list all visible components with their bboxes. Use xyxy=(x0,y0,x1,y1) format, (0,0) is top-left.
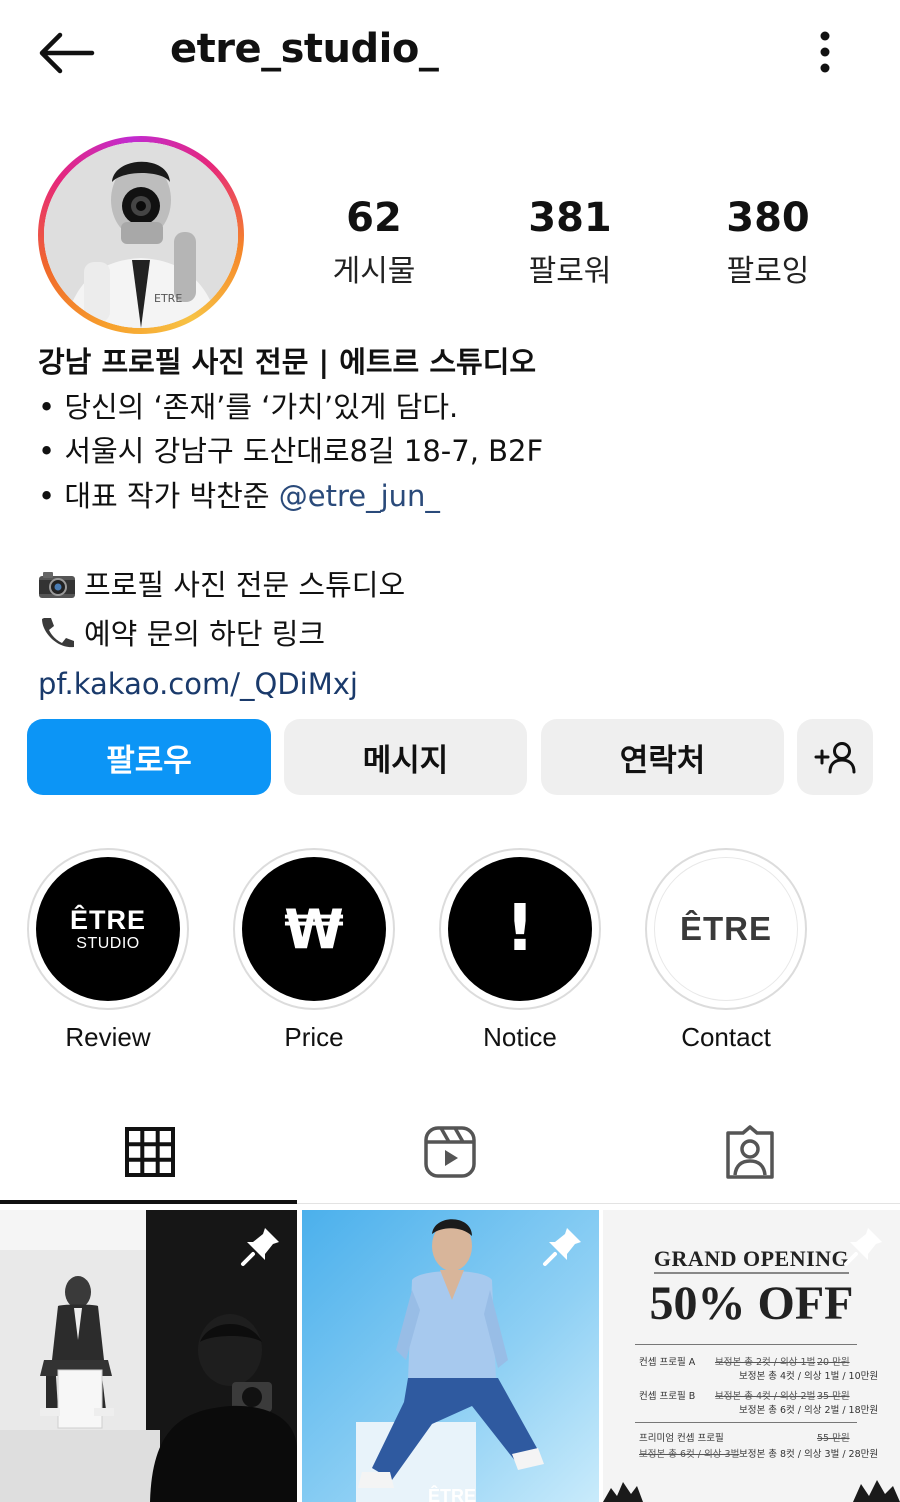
promo-row-b-name: 컨셉 프로필 B xyxy=(639,1391,696,1402)
bio-mention-link[interactable]: @etre_jun_ xyxy=(279,479,440,513)
bio-photographer: • 대표 작가 박찬준 @etre_jun_ xyxy=(38,474,878,519)
highlight-price-cover: ₩ xyxy=(242,857,386,1001)
phone-icon xyxy=(38,615,76,662)
palm-silhouette xyxy=(603,1480,900,1502)
highlight-price-label: Price xyxy=(284,1022,344,1052)
stat-followers[interactable]: 381 팔로워 xyxy=(470,192,670,290)
promo-row-a-old-price: 20 만원 xyxy=(817,1357,850,1368)
stat-posts-label: 게시물 xyxy=(332,254,416,289)
promo-row-a-name: 컨셉 프로필 A xyxy=(639,1357,696,1368)
add-person-icon xyxy=(814,742,856,774)
bio-photographer-text: • 대표 작가 박찬준 xyxy=(38,478,279,513)
highlight-price[interactable]: ₩ Price xyxy=(233,848,395,1053)
promo-title-text: GRAND OPENING xyxy=(653,1246,850,1274)
promo-row-a-old: 보정본 총 2컷 / 의상 1벌 xyxy=(715,1357,816,1368)
promo-row-c-new: 보정본 총 8컷 / 의상 3벌 / 28만원 xyxy=(739,1449,879,1460)
bio-studio-text: 프로필 사진 전문 스튜디오 xyxy=(84,567,406,602)
more-options-icon[interactable] xyxy=(808,28,842,76)
message-button[interactable]: 메시지 xyxy=(284,719,527,795)
highlight-notice-cover: ! xyxy=(448,857,592,1001)
pin-icon xyxy=(844,1228,882,1266)
promo-row-b-old: 보정본 총 4컷 / 의상 2벌 xyxy=(715,1391,816,1402)
won-sign-icon: ₩ xyxy=(284,897,344,961)
tagged-person-icon xyxy=(726,1125,774,1179)
exclamation-icon: ! xyxy=(505,892,535,966)
highlight-review-cover: ÊTRE STUDIO xyxy=(36,857,180,1001)
post-thumbnail[interactable] xyxy=(0,1210,297,1502)
stat-followers-count: 381 xyxy=(528,195,612,241)
highlight-review-logo-top: ÊTRE xyxy=(69,904,146,935)
bio-booking-line: 예약 문의 하단 링크 xyxy=(38,612,878,662)
highlight-notice-label: Notice xyxy=(483,1022,557,1052)
profile-username: etre_studio_ xyxy=(170,26,439,72)
highlight-contact-cover: ÊTRE xyxy=(654,857,798,1001)
highlight-contact[interactable]: ÊTRE Contact xyxy=(645,848,807,1053)
bio-studio-line: 프로필 사진 전문 스튜디오 xyxy=(38,563,878,613)
post-thumbnail[interactable]: ÊTRE xyxy=(302,1210,599,1502)
promo-row-a-new: 보정본 총 4컷 / 의상 1벌 / 10만원 xyxy=(739,1371,879,1382)
svg-text:ETRE: ETRE xyxy=(154,292,182,305)
back-arrow-icon[interactable] xyxy=(36,28,96,78)
camera-icon xyxy=(38,568,76,613)
bio-address: • 서울시 강남구 도산대로8길 18-7, B2F xyxy=(38,434,544,468)
pin-icon xyxy=(543,1228,581,1266)
post-thumbnail-promo[interactable]: GRAND OPENING 50% OFF 컨셉 프로필 A 보정본 총 2컷 … xyxy=(603,1210,900,1502)
bio-line: • 당신의 ‘존재’를 ‘가치’있게 담다. xyxy=(38,389,459,424)
promo-row-c-old-price: 55 만원 xyxy=(817,1433,850,1444)
active-tab-indicator xyxy=(0,1200,297,1204)
posts-grid: ÊTRE GRAND OPENING 50% OFF 컨셉 프로필 A 보정본 … xyxy=(0,1210,900,1502)
tab-posts-grid[interactable] xyxy=(0,1100,300,1204)
profile-tabs xyxy=(0,1100,900,1206)
profile-bio: 강남 프로필 사진 전문 | 에트르 스튜디오 • 당신의 ‘존재’를 ‘가치’… xyxy=(38,340,878,706)
promo-row-b-new: 보정본 총 6컷 / 의상 2벌 / 18만원 xyxy=(739,1405,879,1416)
highlight-review-label: Review xyxy=(65,1022,151,1052)
promo-headline: 50% OFF xyxy=(649,1277,854,1330)
pin-icon xyxy=(241,1228,279,1266)
contact-button[interactable]: 연락처 xyxy=(541,719,784,795)
highlight-contact-logo: ÊTRE xyxy=(679,910,772,947)
promo-row-b-old-price: 35 만원 xyxy=(817,1391,850,1402)
highlight-contact-label: Contact xyxy=(681,1022,771,1052)
promo-row-c-old: 보정본 총 6컷 / 의상 3벌 xyxy=(639,1449,740,1460)
bio-display-name: 강남 프로필 사진 전문 | 에트르 스튜디오 xyxy=(38,345,537,379)
bio-external-link[interactable]: pf.kakao.com/_QDiMxj xyxy=(38,662,878,707)
stat-followers-label: 팔로워 xyxy=(528,254,612,289)
reels-icon xyxy=(424,1126,476,1178)
stat-following-label: 팔로잉 xyxy=(726,254,810,289)
stat-posts[interactable]: 62 게시물 xyxy=(274,192,474,290)
stat-following-count: 380 xyxy=(726,195,810,241)
grid-icon xyxy=(125,1127,175,1177)
highlight-notice[interactable]: ! Notice xyxy=(439,848,601,1053)
promo-row-c-name: 프리미엄 컨셉 프로필 xyxy=(639,1433,724,1444)
profile-avatar-story-ring[interactable]: ETRE xyxy=(38,136,244,334)
tab-tagged[interactable] xyxy=(600,1100,900,1204)
suggested-users-button[interactable] xyxy=(797,719,873,795)
tab-reels[interactable] xyxy=(300,1100,600,1204)
stat-posts-count: 62 xyxy=(346,195,402,241)
highlight-review[interactable]: ÊTRE STUDIO Review xyxy=(27,848,189,1053)
stat-following[interactable]: 380 팔로잉 xyxy=(668,192,868,290)
post-watermark: ÊTRE xyxy=(428,1485,476,1502)
top-bar: etre_studio_ xyxy=(0,0,900,105)
follow-button[interactable]: 팔로우 xyxy=(27,719,271,795)
profile-avatar: ETRE xyxy=(44,142,238,328)
bio-booking-text: 예약 문의 하단 링크 xyxy=(84,617,326,651)
highlight-review-logo-bottom: STUDIO xyxy=(76,934,140,952)
